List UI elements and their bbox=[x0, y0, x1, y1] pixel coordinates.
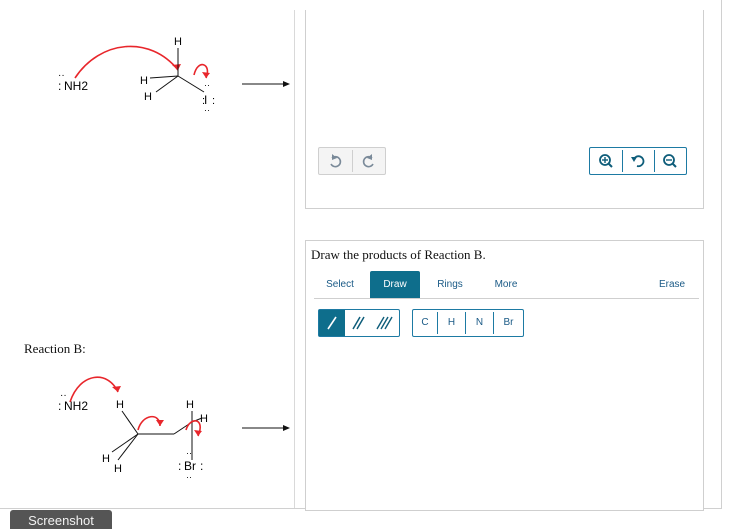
atom-h-button[interactable]: H bbox=[438, 310, 465, 336]
undo-redo-group bbox=[318, 147, 386, 175]
redo-icon bbox=[362, 154, 374, 168]
atom-tool-group: C H N Br bbox=[412, 309, 524, 337]
h-top-left-b: H bbox=[116, 399, 124, 411]
curved-arrow-bond-b bbox=[137, 415, 161, 431]
screenshot-button[interactable]: Screenshot bbox=[10, 510, 112, 529]
svg-text::: : bbox=[58, 399, 61, 413]
undo-icon bbox=[330, 154, 342, 168]
tab-select[interactable]: Select bbox=[318, 271, 362, 298]
h-top-right-b: H bbox=[186, 399, 194, 411]
reaction-b-scheme: ·· : NH2 H H H H H ·· : Br : ·· bbox=[58, 376, 290, 482]
drawing-panel-b[interactable]: Draw the products of Reaction B. Select … bbox=[305, 240, 704, 511]
lone-pair-colon: : bbox=[58, 79, 61, 93]
double-bond-button[interactable] bbox=[345, 310, 371, 336]
h-left-lower: H bbox=[144, 91, 152, 103]
h-right-b: H bbox=[200, 413, 208, 425]
reset-icon bbox=[631, 155, 645, 168]
svg-text::: : bbox=[212, 95, 215, 107]
tool-tabs: Select Draw Rings More Erase bbox=[314, 271, 699, 299]
svg-text:··: ·· bbox=[186, 472, 192, 482]
atom-br-button[interactable]: Br bbox=[494, 310, 523, 336]
single-bond-icon bbox=[327, 316, 337, 330]
h-bottom-left-b: H bbox=[102, 453, 110, 465]
svg-text:··: ·· bbox=[204, 80, 210, 90]
undo-button[interactable] bbox=[319, 148, 352, 174]
bond-tool-group bbox=[318, 309, 400, 337]
h-left: H bbox=[140, 75, 148, 87]
zoom-in-button[interactable] bbox=[590, 148, 622, 174]
svg-text:··: ·· bbox=[186, 448, 192, 458]
curved-arrow-nucleophile bbox=[74, 45, 179, 79]
zoom-out-button[interactable] bbox=[655, 148, 686, 174]
redo-button[interactable] bbox=[353, 148, 385, 174]
svg-text::: : bbox=[178, 459, 181, 473]
nucleophile-b-text: NH2 bbox=[64, 399, 88, 413]
svg-text:··: ·· bbox=[204, 105, 210, 115]
zoom-group bbox=[589, 147, 687, 175]
h-top: H bbox=[174, 36, 182, 48]
tab-draw[interactable]: Draw bbox=[370, 271, 420, 298]
reaction-b-label: Reaction B: bbox=[24, 341, 86, 356]
h-bottom-b: H bbox=[114, 463, 122, 475]
atom-c-button[interactable]: C bbox=[413, 310, 437, 336]
panel-b-prompt: Draw the products of Reaction B. bbox=[311, 247, 486, 262]
tab-erase[interactable]: Erase bbox=[652, 271, 692, 298]
nucleophile-text: NH2 bbox=[64, 79, 88, 93]
triple-bond-icon bbox=[376, 316, 393, 330]
tab-rings[interactable]: Rings bbox=[430, 271, 470, 298]
reaction-a-scheme: ·· : NH2 H H H I ·· : : ·· bbox=[58, 36, 290, 115]
bromine-text: Br bbox=[184, 459, 196, 473]
triple-bond-button[interactable] bbox=[371, 310, 398, 336]
tab-more[interactable]: More bbox=[486, 271, 526, 298]
drawing-panel-a[interactable] bbox=[305, 10, 704, 209]
single-bond-button[interactable] bbox=[319, 310, 345, 336]
zoom-in-icon bbox=[599, 154, 613, 168]
atom-n-button[interactable]: N bbox=[466, 310, 493, 336]
zoom-out-icon bbox=[663, 154, 677, 168]
reset-button[interactable] bbox=[623, 148, 654, 174]
double-bond-icon bbox=[352, 316, 365, 330]
svg-text::: : bbox=[200, 459, 203, 473]
